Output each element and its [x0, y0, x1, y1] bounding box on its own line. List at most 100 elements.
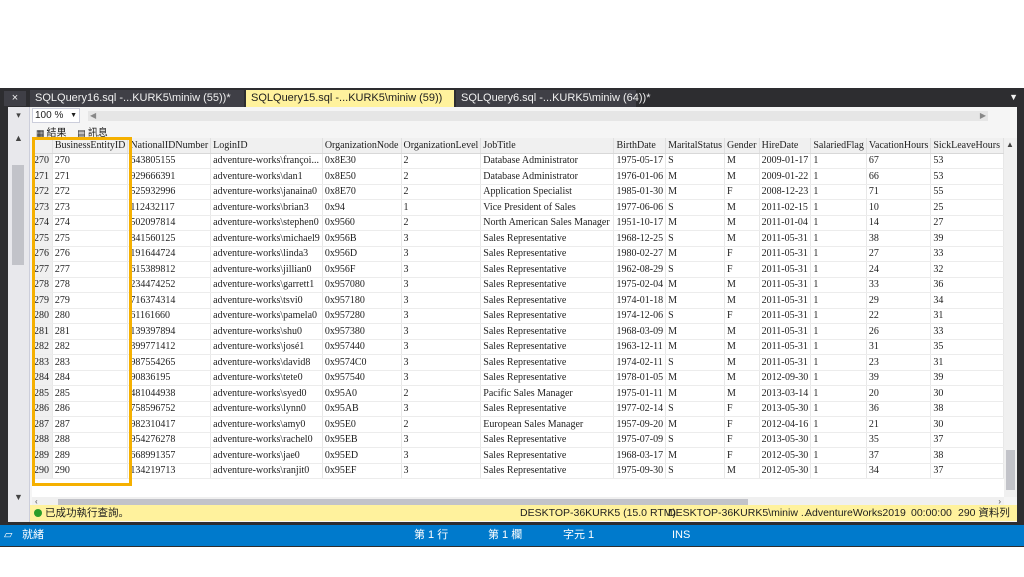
- table-cell[interactable]: 2011-02-15: [759, 199, 812, 216]
- row-number[interactable]: 285: [32, 385, 53, 402]
- table-cell[interactable]: M: [724, 199, 760, 216]
- tab-sqlquery16[interactable]: SQLQuery16.sql -...KURK5\miniw (55))*: [30, 90, 244, 107]
- row-number[interactable]: 273: [32, 199, 53, 216]
- table-cell[interactable]: 2012-05-30: [759, 463, 812, 479]
- table-cell[interactable]: 27: [866, 246, 932, 262]
- column-header[interactable]: LoginID: [210, 138, 323, 154]
- column-header[interactable]: HireDate: [759, 138, 812, 154]
- table-cell[interactable]: S: [665, 308, 725, 324]
- table-cell[interactable]: 2012-05-30: [759, 447, 812, 464]
- row-number[interactable]: 284: [32, 370, 53, 386]
- table-cell[interactable]: M: [665, 416, 725, 433]
- table-cell[interactable]: 668991357: [127, 447, 212, 464]
- table-cell[interactable]: 280: [52, 308, 129, 324]
- column-header[interactable]: OrganizationNode: [322, 138, 402, 154]
- table-cell[interactable]: 53: [930, 153, 1004, 169]
- table-cell[interactable]: 3: [401, 246, 482, 262]
- table-cell[interactable]: 0x95ED: [322, 447, 402, 464]
- table-cell[interactable]: 2011-05-31: [759, 230, 812, 247]
- table-cell[interactable]: 22: [866, 308, 932, 324]
- table-cell[interactable]: 2011-05-31: [759, 323, 812, 340]
- table-cell[interactable]: S: [665, 354, 725, 371]
- scrollbar-thumb[interactable]: [12, 165, 24, 265]
- table-cell[interactable]: Sales Representative: [480, 230, 615, 247]
- column-header[interactable]: BusinessEntityID: [52, 138, 129, 154]
- table-cell[interactable]: 0x95EF: [322, 463, 402, 479]
- table-cell[interactable]: 2011-05-31: [759, 339, 812, 355]
- table-cell[interactable]: adventure-works\janaina0: [210, 184, 323, 200]
- table-cell[interactable]: adventure-works\linda3: [210, 246, 323, 262]
- table-cell[interactable]: 0x95A0: [322, 385, 402, 402]
- table-cell[interactable]: 35: [930, 339, 1004, 355]
- row-number[interactable]: 278: [32, 277, 53, 293]
- row-number[interactable]: 290: [32, 463, 53, 479]
- table-cell[interactable]: M: [665, 370, 725, 386]
- table-cell[interactable]: adventure-works\syed0: [210, 385, 323, 402]
- table-cell[interactable]: 1976-01-06: [613, 168, 667, 185]
- table-row[interactable]: 287 287 982310417 adventure-works\amy0 0x95E…: [32, 416, 1004, 433]
- table-cell[interactable]: 0x957380: [322, 323, 402, 340]
- table-cell[interactable]: 3: [401, 261, 482, 278]
- row-number[interactable]: 289: [32, 447, 53, 464]
- row-number[interactable]: 274: [32, 215, 53, 231]
- table-cell[interactable]: 3: [401, 447, 482, 464]
- table-cell[interactable]: 90836195: [127, 370, 212, 386]
- table-cell[interactable]: 290: [52, 463, 129, 479]
- table-cell[interactable]: S: [665, 401, 725, 417]
- table-cell[interactable]: 1980-02-27: [613, 246, 667, 262]
- table-cell[interactable]: 37: [930, 432, 1004, 448]
- table-cell[interactable]: 2008-12-23: [759, 184, 812, 200]
- table-cell[interactable]: 0x95EB: [322, 432, 402, 448]
- table-cell[interactable]: 273: [52, 199, 129, 216]
- table-cell[interactable]: Database Administrator: [480, 168, 615, 185]
- row-number[interactable]: 277: [32, 261, 53, 278]
- table-cell[interactable]: 30: [930, 385, 1004, 402]
- table-cell[interactable]: S: [665, 432, 725, 448]
- table-cell[interactable]: 287: [52, 416, 129, 433]
- table-cell[interactable]: 31: [866, 339, 932, 355]
- table-cell[interactable]: 30: [930, 416, 1004, 433]
- table-cell[interactable]: 2: [401, 215, 482, 231]
- column-header[interactable]: SalariedFlag: [810, 138, 867, 154]
- table-cell[interactable]: 1975-01-11: [613, 385, 667, 402]
- table-cell[interactable]: 20: [866, 385, 932, 402]
- table-cell[interactable]: 1978-01-05: [613, 370, 667, 386]
- table-cell[interactable]: 3: [401, 230, 482, 247]
- table-cell[interactable]: Sales Representative: [480, 463, 615, 479]
- table-cell[interactable]: 1: [810, 401, 867, 417]
- table-cell[interactable]: 2011-01-04: [759, 215, 812, 231]
- table-cell[interactable]: adventure-works\rachel0: [210, 432, 323, 448]
- row-number[interactable]: 279: [32, 292, 53, 309]
- table-cell[interactable]: F: [724, 308, 760, 324]
- table-cell[interactable]: 1968-03-17: [613, 447, 667, 464]
- table-cell[interactable]: 1: [810, 292, 867, 309]
- table-cell[interactable]: Sales Representative: [480, 246, 615, 262]
- column-header[interactable]: BirthDate: [613, 138, 667, 154]
- table-cell[interactable]: 2012-04-16: [759, 416, 812, 433]
- scroll-left-icon[interactable]: ◀: [90, 111, 96, 120]
- table-cell[interactable]: 481044938: [127, 385, 212, 402]
- table-row[interactable]: 281 281 139397894 adventure-works\shu0 0x957…: [32, 323, 1004, 340]
- table-cell[interactable]: 1975-05-17: [613, 153, 667, 169]
- table-cell[interactable]: 289: [52, 447, 129, 464]
- row-number[interactable]: 286: [32, 401, 53, 417]
- table-row[interactable]: 283 283 987554265 adventure-works\david8 0x9…: [32, 354, 1004, 371]
- table-cell[interactable]: 2: [401, 168, 482, 185]
- table-cell[interactable]: 39: [930, 370, 1004, 386]
- table-cell[interactable]: 1974-02-11: [613, 354, 667, 371]
- table-cell[interactable]: 1: [810, 199, 867, 216]
- table-cell[interactable]: 2: [401, 184, 482, 200]
- table-cell[interactable]: 2012-09-30: [759, 370, 812, 386]
- column-header[interactable]: NationalIDNumber: [127, 138, 212, 154]
- table-cell[interactable]: 270: [52, 153, 129, 169]
- table-cell[interactable]: 758596752: [127, 401, 212, 417]
- table-cell[interactable]: 37: [930, 463, 1004, 479]
- table-cell[interactable]: Sales Representative: [480, 370, 615, 386]
- row-number[interactable]: 276: [32, 246, 53, 262]
- table-cell[interactable]: 23: [866, 354, 932, 371]
- table-cell[interactable]: adventure-works\dan1: [210, 168, 323, 185]
- table-cell[interactable]: 2: [401, 385, 482, 402]
- table-cell[interactable]: M: [665, 339, 725, 355]
- table-cell[interactable]: 1985-01-30: [613, 184, 667, 200]
- table-cell[interactable]: 1: [810, 354, 867, 371]
